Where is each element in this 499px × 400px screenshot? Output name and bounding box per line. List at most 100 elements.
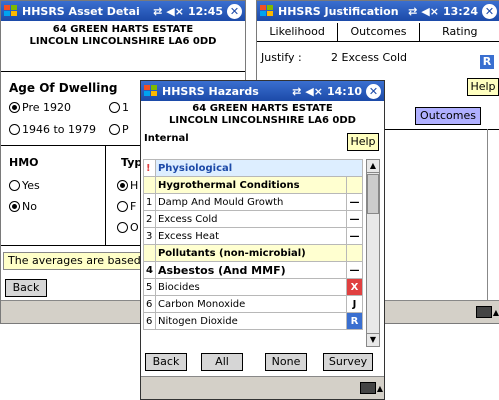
address-line-1: 64 GREEN HARTS ESTATE [192, 103, 333, 114]
hazard-list: ! Physiological Hygrothermal Conditions 1 Da… [141, 159, 384, 347]
age-heading: Age Of Dwelling [9, 81, 118, 95]
scroll-down-icon[interactable]: ▼ [367, 333, 379, 346]
radio-icon [9, 201, 20, 212]
hazard-number [143, 176, 156, 194]
hazard-label: Excess Heat [154, 227, 348, 245]
windows-logo-icon[interactable] [143, 84, 159, 98]
hazard-number: 2 [143, 210, 156, 228]
title-bar: HHSRS Asset Detai ⇄ ◀× 12:45 ✕ [1, 1, 245, 21]
back-button[interactable]: Back [145, 353, 187, 371]
address-line-2: LINCOLN LINCOLNSHIRE LA6 0DD [29, 36, 217, 47]
close-icon[interactable]: ✕ [482, 3, 497, 19]
hazard-label: Damp And Mould Growth [154, 193, 348, 211]
hazard-table: ! Physiological Hygrothermal Conditions 1 Da… [143, 159, 364, 330]
speaker-icon[interactable]: ◀× [305, 85, 323, 98]
hazard-label: Pollutants (non-microbial) [154, 244, 348, 262]
hazard-row[interactable]: 6 Nitogen Dioxide R [143, 312, 363, 330]
help-button[interactable]: Help [467, 78, 499, 96]
windows-logo-icon[interactable] [259, 4, 275, 18]
hazard-mark[interactable] [346, 176, 363, 194]
hazard-row[interactable]: 4 Asbestos (And MMF) — [143, 261, 363, 279]
hazard-row[interactable]: 1 Damp And Mould Growth — [143, 193, 363, 211]
divider [1, 71, 245, 72]
address-line-1: 64 GREEN HARTS ESTATE [52, 24, 194, 35]
hazard-mark[interactable]: X [346, 278, 363, 296]
speaker-icon[interactable]: ◀× [421, 5, 439, 18]
address-header: 64 GREEN HARTS ESTATE LINCOLN LINCOLNSHI… [1, 24, 245, 48]
hazards-window: HHSRS Hazards ⇄ ◀× 14:10 ✕ 64 GREEN HART… [140, 80, 385, 400]
justify-value: 2 Excess Cold [331, 51, 407, 64]
section-label: Internal [144, 133, 189, 144]
hazard-row[interactable]: Pollutants (non-microbial) [143, 244, 363, 262]
hazard-row[interactable]: ! Physiological [143, 159, 364, 177]
hazard-label: Excess Cold [154, 210, 348, 228]
connectivity-icon[interactable]: ⇄ [408, 5, 417, 18]
tab-rating[interactable]: Rating [420, 23, 499, 41]
hazard-mark[interactable]: — [346, 193, 363, 211]
clock[interactable]: 14:10 [327, 85, 362, 98]
tab-likelihood[interactable]: Likelihood [257, 23, 339, 41]
chevron-up-icon[interactable]: ▲ [377, 384, 383, 393]
hazard-mark[interactable]: — [346, 227, 363, 245]
hazard-label: Asbestos (And MMF) [154, 261, 348, 279]
tab-bar: Likelihood Outcomes Rating [257, 23, 499, 42]
hazard-row[interactable]: 6 Carbon Monoxide J [143, 295, 363, 313]
hazard-label: Carbon Monoxide [154, 295, 348, 313]
radio-icon [9, 102, 20, 113]
hazard-number [143, 244, 156, 262]
speaker-icon[interactable]: ◀× [166, 5, 184, 18]
r-badge[interactable]: R [480, 55, 494, 69]
hazard-mark[interactable] [346, 244, 363, 262]
radio-icon [109, 124, 120, 135]
hazard-label: Nitogen Dioxide [154, 312, 348, 330]
keyboard-icon[interactable] [360, 382, 376, 394]
warning-icon: ! [143, 159, 156, 177]
keyboard-icon[interactable] [476, 306, 492, 318]
clock[interactable]: 12:45 [188, 5, 223, 18]
hazard-row[interactable]: Hygrothermal Conditions [143, 176, 363, 194]
help-button[interactable]: Help [347, 133, 379, 151]
type-option-3[interactable]: O [117, 221, 139, 234]
age-option-2[interactable]: 1 [109, 101, 129, 114]
connectivity-icon[interactable]: ⇄ [153, 5, 162, 18]
hazard-mark[interactable]: — [346, 261, 363, 279]
radio-icon [109, 102, 120, 113]
chevron-up-icon[interactable]: ▲ [493, 308, 499, 317]
age-option-1946[interactable]: 1946 to 1979 [9, 123, 96, 136]
scroll-up-icon[interactable]: ▲ [367, 160, 379, 173]
window-title: HHSRS Justification [278, 4, 399, 18]
hazard-mark[interactable]: — [346, 210, 363, 228]
hazard-mark[interactable]: R [346, 312, 363, 330]
hazard-row[interactable]: 2 Excess Cold — [143, 210, 363, 228]
clock[interactable]: 13:24 [443, 5, 478, 18]
none-button[interactable]: None [265, 353, 307, 371]
scroll-thumb[interactable] [367, 174, 379, 214]
radio-icon [117, 222, 128, 233]
back-button[interactable]: Back [5, 279, 47, 297]
type-option-2[interactable]: F [117, 200, 136, 213]
justify-label: Justify : [261, 51, 302, 64]
outcomes-button[interactable]: Outcomes [415, 107, 481, 125]
windows-logo-icon[interactable] [3, 4, 19, 18]
scrollbar[interactable] [487, 129, 499, 301]
tab-outcomes[interactable]: Outcomes [338, 23, 420, 41]
close-icon[interactable]: ✕ [227, 3, 242, 19]
hazard-row[interactable]: 5 Biocides X [143, 278, 363, 296]
window-title: HHSRS Asset Detai [22, 4, 140, 18]
all-button[interactable]: All [201, 353, 243, 371]
hazard-mark[interactable]: J [346, 295, 363, 313]
close-icon[interactable]: ✕ [366, 83, 381, 99]
age-option-pre1920[interactable]: Pre 1920 [9, 101, 71, 114]
type-option-1[interactable]: H [117, 179, 138, 192]
hazard-label: Hygrothermal Conditions [154, 176, 348, 194]
hmo-option-yes[interactable]: Yes [9, 179, 40, 192]
hmo-heading: HMO [9, 156, 39, 169]
connectivity-icon[interactable]: ⇄ [292, 85, 301, 98]
divider [105, 145, 106, 245]
survey-button[interactable]: Survey [323, 353, 373, 371]
hmo-option-no[interactable]: No [9, 200, 37, 213]
window-title: HHSRS Hazards [162, 84, 259, 98]
scrollbar[interactable]: ▲ ▼ [366, 159, 380, 347]
hazard-row[interactable]: 3 Excess Heat — [143, 227, 363, 245]
age-option-4[interactable]: P [109, 123, 129, 136]
